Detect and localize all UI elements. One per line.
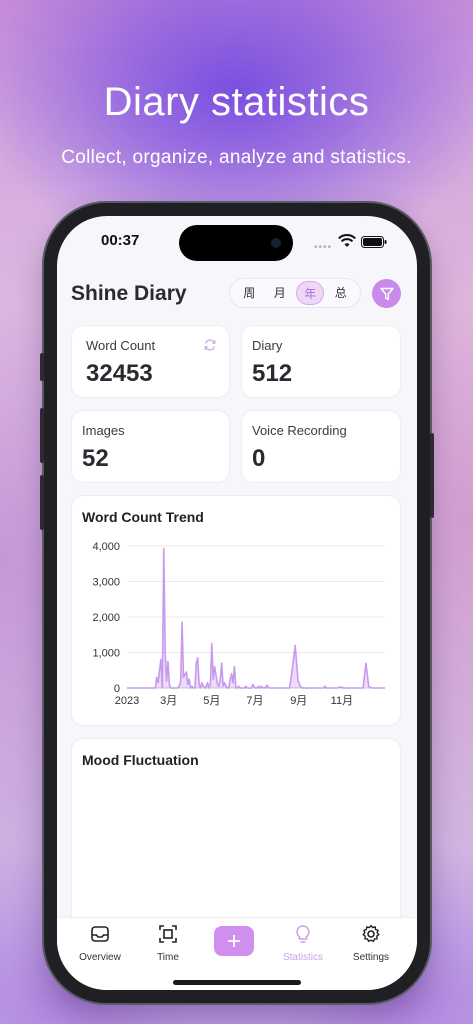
tab-overview[interactable]: Overview [70, 924, 130, 963]
y-tick-label: 4,000 [92, 541, 120, 553]
scan-icon [159, 925, 177, 943]
images-value: 52 [82, 445, 109, 472]
app-title: Shine Diary [71, 282, 187, 305]
y-tick-label: 3,000 [92, 577, 120, 589]
x-tick-label: 5月 [203, 695, 220, 707]
app-screen: 00:37 •••• Shine Diary 周 月 年 总 Word Coun… [57, 216, 417, 990]
battery-icon [361, 236, 387, 248]
tab-settings-label: Settings [352, 952, 390, 963]
x-tick-label: 9月 [290, 695, 307, 707]
mood-fluctuation-card: Mood Fluctuation [71, 738, 401, 938]
word-count-trend-card: Word Count Trend 0 1,000 2,000 3,000 4,000 20… [71, 495, 401, 726]
status-time: 00:37 [101, 232, 140, 249]
diary-card: Diary 512 [241, 325, 401, 398]
filter-icon [379, 287, 394, 300]
add-entry-button[interactable] [214, 926, 254, 956]
images-card: Images 52 [71, 410, 230, 483]
home-indicator [173, 980, 301, 985]
phone-frame: 00:37 •••• Shine Diary 周 月 年 总 Word Coun… [40, 203, 434, 1003]
x-tick-label: 2023 [115, 695, 139, 707]
wifi-icon [338, 234, 356, 247]
volume-down-button [40, 475, 44, 530]
diary-value: 512 [252, 360, 293, 387]
x-tick-label: 3月 [160, 695, 177, 707]
mood-title: Mood Fluctuation [82, 752, 199, 768]
tab-statistics-label: Statistics [282, 952, 323, 963]
dynamic-island [179, 225, 293, 261]
tab-overview-label: Overview [79, 952, 121, 963]
inbox-icon [91, 926, 109, 942]
voice-value: 0 [252, 445, 266, 472]
x-tick-label: 7月 [246, 695, 263, 707]
word-count-label: Word Count [86, 338, 156, 353]
volume-up-button [40, 408, 44, 463]
tab-time[interactable]: Time [138, 924, 198, 963]
gear-icon [362, 924, 380, 942]
status-bar: 00:37 •••• [57, 216, 417, 270]
plus-icon [228, 935, 240, 947]
y-tick-label: 2,000 [92, 612, 120, 624]
trend-line [127, 548, 385, 689]
tab-bar: Overview Time Statistics Settings [57, 917, 417, 990]
promo-headline: Diary statistics [103, 80, 370, 124]
promo-subline: Collect, organize, analyze and statistic… [61, 147, 412, 168]
signal-icon: •••• [314, 242, 333, 253]
word-count-value: 32453 [86, 360, 153, 387]
word-count-card: Word Count 32453 [71, 325, 230, 398]
tab-settings[interactable]: Settings [341, 924, 401, 963]
action-button [40, 353, 44, 381]
period-total[interactable]: 总 [327, 281, 355, 305]
tab-time-label: Time [157, 952, 179, 963]
refresh-icon[interactable] [203, 338, 217, 352]
images-label: Images [82, 423, 125, 438]
word-count-trend-chart: 0 1,000 2,000 3,000 4,000 2023 3月 5月 7月 9月 11月 [92, 541, 385, 707]
y-tick-label: 1,000 [92, 648, 120, 660]
power-button [430, 433, 434, 518]
lightbulb-icon [296, 925, 310, 943]
period-month[interactable]: 月 [266, 281, 294, 305]
y-tick-label: 0 [114, 683, 120, 695]
diary-label: Diary [252, 338, 283, 353]
period-year[interactable]: 年 [296, 281, 325, 305]
voice-label: Voice Recording [252, 423, 347, 438]
filter-button[interactable] [372, 279, 401, 308]
period-week[interactable]: 周 [235, 281, 263, 305]
x-tick-label: 11月 [331, 695, 353, 707]
period-selector: 周 月 年 总 [229, 278, 361, 308]
tab-statistics[interactable]: Statistics [273, 924, 333, 963]
voice-card: Voice Recording 0 [241, 410, 401, 483]
